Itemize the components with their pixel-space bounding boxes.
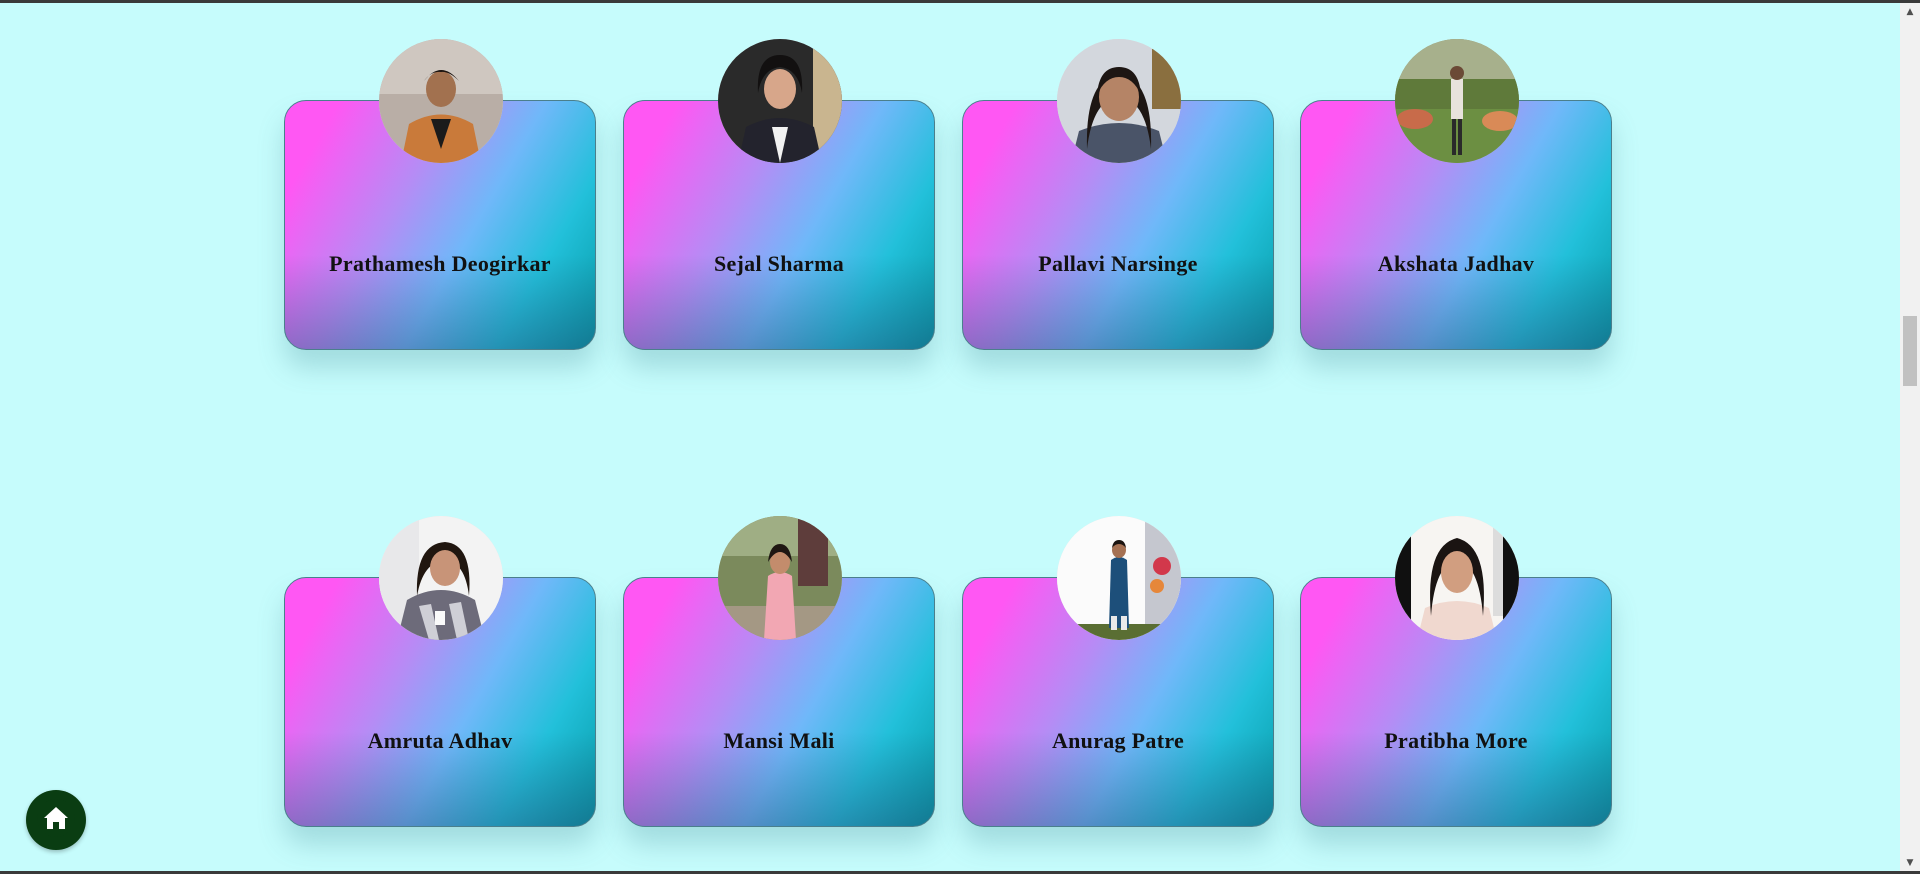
page-viewport: Prathamesh Deogirkar Sejal Sharma Pallav… (0, 3, 1900, 871)
home-icon (36, 798, 76, 843)
scroll-down-arrow[interactable]: ▼ (1900, 854, 1920, 871)
member-photo (379, 39, 503, 163)
member-photo (1395, 39, 1519, 163)
member-name: Pallavi Narsinge (1038, 251, 1198, 276)
member-name: Prathamesh Deogirkar (329, 251, 551, 276)
member-name: Akshata Jadhav (1377, 251, 1535, 276)
vertical-scrollbar[interactable]: ▲ ▼ (1900, 3, 1920, 871)
member-photo (718, 516, 842, 640)
scroll-up-arrow[interactable]: ▲ (1900, 3, 1920, 20)
member-name: Sejal Sharma (713, 251, 845, 276)
member-photo (1395, 516, 1519, 640)
member-photo (1057, 39, 1181, 163)
member-photo (379, 516, 503, 640)
member-name: Amruta Adhav (367, 728, 513, 753)
scroll-thumb[interactable] (1903, 316, 1917, 386)
member-name: Pratibha More (1384, 728, 1528, 753)
home-button[interactable] (26, 790, 86, 850)
member-photo (718, 39, 842, 163)
member-name: Anurag Patre (1051, 728, 1185, 753)
member-name: Mansi Mali (723, 728, 835, 753)
member-photo (1057, 516, 1181, 640)
